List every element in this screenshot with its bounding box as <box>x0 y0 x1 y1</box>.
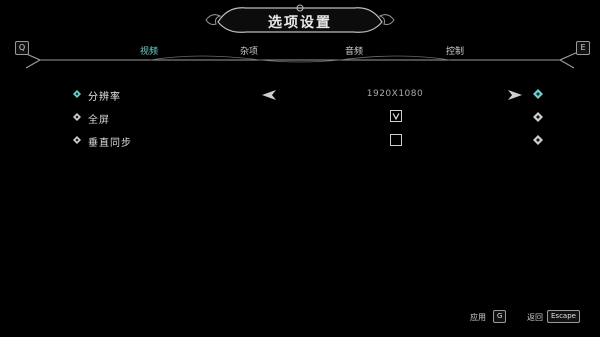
arrow-left-icon[interactable] <box>262 90 276 100</box>
tab-video[interactable]: 视频 <box>140 44 158 57</box>
fullscreen-label: 全屏 <box>88 115 110 126</box>
vsync-label: 垂直同步 <box>88 138 132 149</box>
check-icon <box>392 113 400 121</box>
fullscreen-checkbox[interactable] <box>390 110 402 122</box>
apply-button[interactable]: G <box>493 310 507 323</box>
resolution-value: 1920X1080 <box>366 89 424 99</box>
row-end-diamond-icon <box>533 112 543 122</box>
tab-misc[interactable]: 杂项 <box>240 44 258 57</box>
vsync-checkbox[interactable] <box>390 134 402 146</box>
back-button[interactable]: Escape <box>547 310 580 323</box>
row-end-diamond-icon <box>533 135 543 145</box>
tab-controls[interactable]: 控制 <box>446 44 464 57</box>
row-end-diamond-icon <box>533 89 543 99</box>
selected-diamond-icon <box>73 90 81 98</box>
resolution-label: 分辨率 <box>88 92 121 103</box>
prev-tab-key[interactable]: Q <box>15 41 29 55</box>
diamond-icon <box>73 113 81 121</box>
apply-label: 应用 <box>470 313 486 322</box>
diamond-icon <box>73 136 81 144</box>
page-title: 选项设置 <box>268 15 332 31</box>
next-tab-key[interactable]: E <box>576 41 590 55</box>
back-label: 返回 <box>527 313 543 322</box>
tab-audio[interactable]: 音频 <box>345 44 363 57</box>
arrow-right-icon[interactable] <box>508 90 522 100</box>
